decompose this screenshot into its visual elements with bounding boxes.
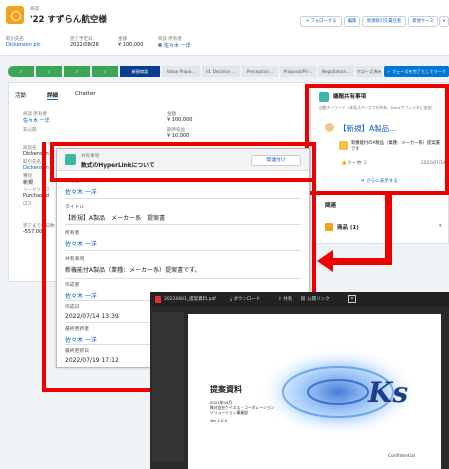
stage-step-10[interactable]: Negotiation...: [318, 66, 354, 77]
record-header: 商談 '22 すずらん航空様 取引先名 Dickenson plc 完了予定日 …: [0, 0, 449, 56]
arrow-line-horizontal: [330, 258, 392, 265]
account-link[interactable]: Dickenson plc: [6, 42, 41, 48]
slide-version: Ver 1.0.0: [210, 418, 228, 423]
stage-step-8[interactable]: Perception...: [242, 66, 278, 77]
owner-name: 佐々木 一洋: [164, 43, 191, 49]
public-link-button[interactable]: ⛓ 公開リンク: [300, 296, 330, 302]
related-products[interactable]: 商品 (1): [337, 223, 359, 231]
record-title: '22 すずらん航空様: [30, 15, 107, 25]
owner-link[interactable]: 佐々木 一洋: [158, 42, 191, 49]
tab-activity[interactable]: 活動: [15, 91, 26, 99]
share-icon: ⇪: [278, 297, 282, 302]
share-label: 共有: [283, 297, 293, 302]
stage-current[interactable]: 新規商談: [120, 66, 160, 77]
stage-step-9[interactable]: Proposal/Pri...: [280, 66, 316, 77]
header-field-amount: 金額 ¥ 100,000: [118, 37, 144, 48]
detail-owner-link[interactable]: 佐々木 一洋: [23, 117, 50, 124]
detail-row: 種別 新規: [23, 174, 34, 186]
share-button[interactable]: ⇪ 共有: [278, 296, 292, 302]
product-icon: [325, 223, 333, 231]
pdf-icon: [155, 296, 161, 303]
tab-details[interactable]: 詳細: [47, 91, 59, 100]
edit-button[interactable]: 編集: [344, 16, 360, 27]
public-link-label: 公開リンク: [307, 297, 330, 302]
user-icon: [158, 43, 162, 47]
new-contact-button[interactable]: 新規取引先責任者: [362, 16, 406, 27]
slide-title: 提案資料: [210, 385, 242, 394]
stage-path: ✓ ✓ ✓ ✓ 新規商談 Value Propo... Id. Decision…: [8, 66, 449, 77]
new-case-button[interactable]: 新規ケース: [408, 16, 438, 27]
detail-row: 商談 所有者 佐々木 一洋: [23, 112, 50, 124]
close-date-value: 2022/08/28: [70, 42, 99, 48]
link-icon: ⛓: [300, 297, 306, 302]
tab-chatter[interactable]: Chatter: [75, 91, 96, 97]
arrow-line-vertical: [385, 192, 392, 262]
detail-row: ロス: [23, 202, 32, 207]
record-type-label: 商談: [30, 7, 39, 12]
stage-step-11[interactable]: クローズ済み: [356, 66, 382, 77]
download-label: ダウンロード: [233, 297, 261, 302]
stage-step-2[interactable]: ✓: [36, 66, 62, 77]
more-actions-button[interactable]: ▾: [439, 16, 449, 27]
stage-step-1[interactable]: ✓: [8, 66, 34, 77]
chevron-down-icon: ▾: [442, 19, 446, 24]
related-card: 関連 商品 (1) ▾: [310, 194, 449, 244]
amount-value: ¥ 100,000: [118, 42, 144, 48]
detail-row: 期待収益 ¥ 10,000: [167, 128, 190, 139]
arrow-head-icon: [317, 250, 333, 272]
confidential-label: Confidential: [388, 454, 416, 459]
detail-row: 金額 ¥ 100,000: [167, 112, 193, 123]
stage-step-4[interactable]: ✓: [92, 66, 118, 77]
download-icon: ⤓: [230, 297, 232, 302]
viewer-toolbar: 20220601_提案資料.pdf ⤓ ダウンロード ⇪ 共有 ⛓ 公開リンク …: [150, 292, 449, 307]
slide-line: ソリューション事業部: [210, 410, 248, 415]
header-field-account: 取引先名 Dickenson plc: [6, 37, 41, 48]
viewer-filename: 20220601_提案資料.pdf: [164, 297, 216, 302]
mark-stage-complete-button[interactable]: ✓ フェーズを完了としてマーク: [384, 66, 449, 77]
stage-step-3[interactable]: ✓: [64, 66, 90, 77]
follow-button[interactable]: + フォローする: [300, 16, 342, 27]
header-field-close-date: 完了予定日 2022/08/28: [70, 37, 99, 48]
stage-step-6[interactable]: Value Propo...: [162, 66, 200, 77]
highlight-box-right: [305, 84, 449, 195]
tab-related[interactable]: 関連: [325, 201, 336, 209]
opportunity-icon: [6, 6, 24, 24]
close-icon[interactable]: ✕: [348, 295, 356, 303]
thumbnail-panel[interactable]: [152, 312, 184, 462]
header-field-owner: 商談 所有者 佐々木 一洋: [158, 37, 191, 49]
slide-page: 提案資料 2022年05月 株式会社ケイエス・コーポレーション ソリューション事…: [188, 314, 441, 469]
download-button[interactable]: ⤓ ダウンロード: [230, 296, 260, 302]
chevron-down-icon[interactable]: ▾: [439, 223, 442, 229]
stage-step-7[interactable]: Id. Decision ...: [202, 66, 240, 77]
ks-logo: Ks: [368, 376, 409, 409]
pdf-viewer: 20220601_提案資料.pdf ⤓ ダウンロード ⇪ 共有 ⛓ 公開リンク …: [150, 292, 449, 469]
detail-row: 非公開: [23, 128, 37, 133]
